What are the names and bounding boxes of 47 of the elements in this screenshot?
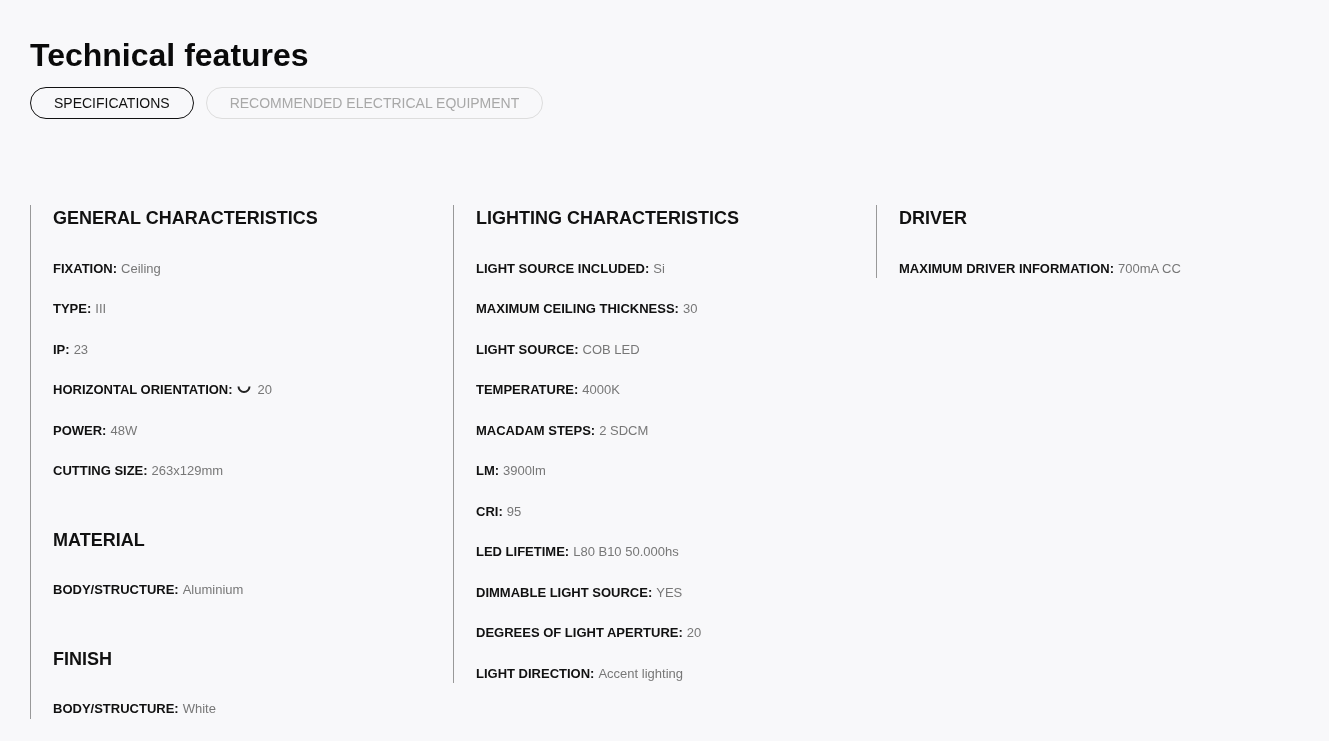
spec-value: 20 xyxy=(257,382,273,397)
spec-value: YES xyxy=(656,584,683,600)
spec-value: 23 xyxy=(73,341,89,357)
spec-value: 20 xyxy=(686,625,702,640)
spec-label: CRI: xyxy=(476,503,503,519)
spec-label: FIXATION: xyxy=(53,260,118,276)
spec-label: TEMPERATURE: xyxy=(476,382,579,397)
spec-label: MAXIMUM CEILING THICKNESS: xyxy=(476,301,679,316)
spec-label: LIGHT SOURCE: xyxy=(476,341,579,357)
spec-value: Ceiling xyxy=(121,260,161,276)
spec-label: TYPE: xyxy=(53,301,92,316)
spec-value: 2 SDCM xyxy=(599,422,649,438)
section-heading: DRIVER xyxy=(899,207,968,230)
spec-label: CUTTING SIZE: xyxy=(53,463,148,478)
spec-label: MACADAM STEPS: xyxy=(476,422,596,438)
spec-value: Si xyxy=(653,260,665,276)
spec-label: DIMMABLE LIGHT SOURCE: xyxy=(476,584,653,600)
section-heading: FINISH xyxy=(53,647,113,671)
spec-label: POWER: xyxy=(53,422,107,438)
spec-value: 4000K xyxy=(582,382,620,397)
spec-label: IP: xyxy=(53,341,70,357)
spec-value: 700mA CC xyxy=(1117,260,1181,276)
spec-label: MAXIMUM DRIVER INFORMATION: xyxy=(899,260,1114,276)
spec-value: 48W xyxy=(110,422,138,438)
spec-value: 95 xyxy=(506,503,522,519)
spec-label: HORIZONTAL ORIENTATION: xyxy=(53,382,233,397)
spec-label: LIGHT DIRECTION: xyxy=(476,665,595,681)
section-heading: LIGHTING CHARACTERISTICS xyxy=(476,207,740,230)
spec-value: Aluminium xyxy=(182,582,244,597)
spec-value: L80 B10 50.000hs xyxy=(573,544,679,559)
spec-value: White xyxy=(182,701,216,716)
spec-label: LIGHT SOURCE INCLUDED: xyxy=(476,260,650,276)
spec-label: DEGREES OF LIGHT APERTURE: xyxy=(476,625,683,640)
spec-value: III xyxy=(95,301,107,316)
spec-value: 3900lm xyxy=(503,463,546,478)
spec-value: 263x129mm xyxy=(151,463,224,478)
section-heading: GENERAL CHARACTERISTICS xyxy=(53,207,319,230)
spec-label: BODY/STRUCTURE: xyxy=(53,582,179,597)
page-title: Technical features xyxy=(30,36,310,74)
rotation-icon xyxy=(236,385,251,394)
spec-value: 30 xyxy=(682,301,698,316)
section-heading: MATERIAL xyxy=(53,528,146,552)
spec-value: Accent lighting xyxy=(598,665,683,681)
spec-label: BODY/STRUCTURE: xyxy=(53,701,179,716)
spec-label: LM: xyxy=(476,463,500,478)
spec-value: COB LED xyxy=(582,341,640,357)
spec-label: LED LIFETIME: xyxy=(476,544,570,559)
